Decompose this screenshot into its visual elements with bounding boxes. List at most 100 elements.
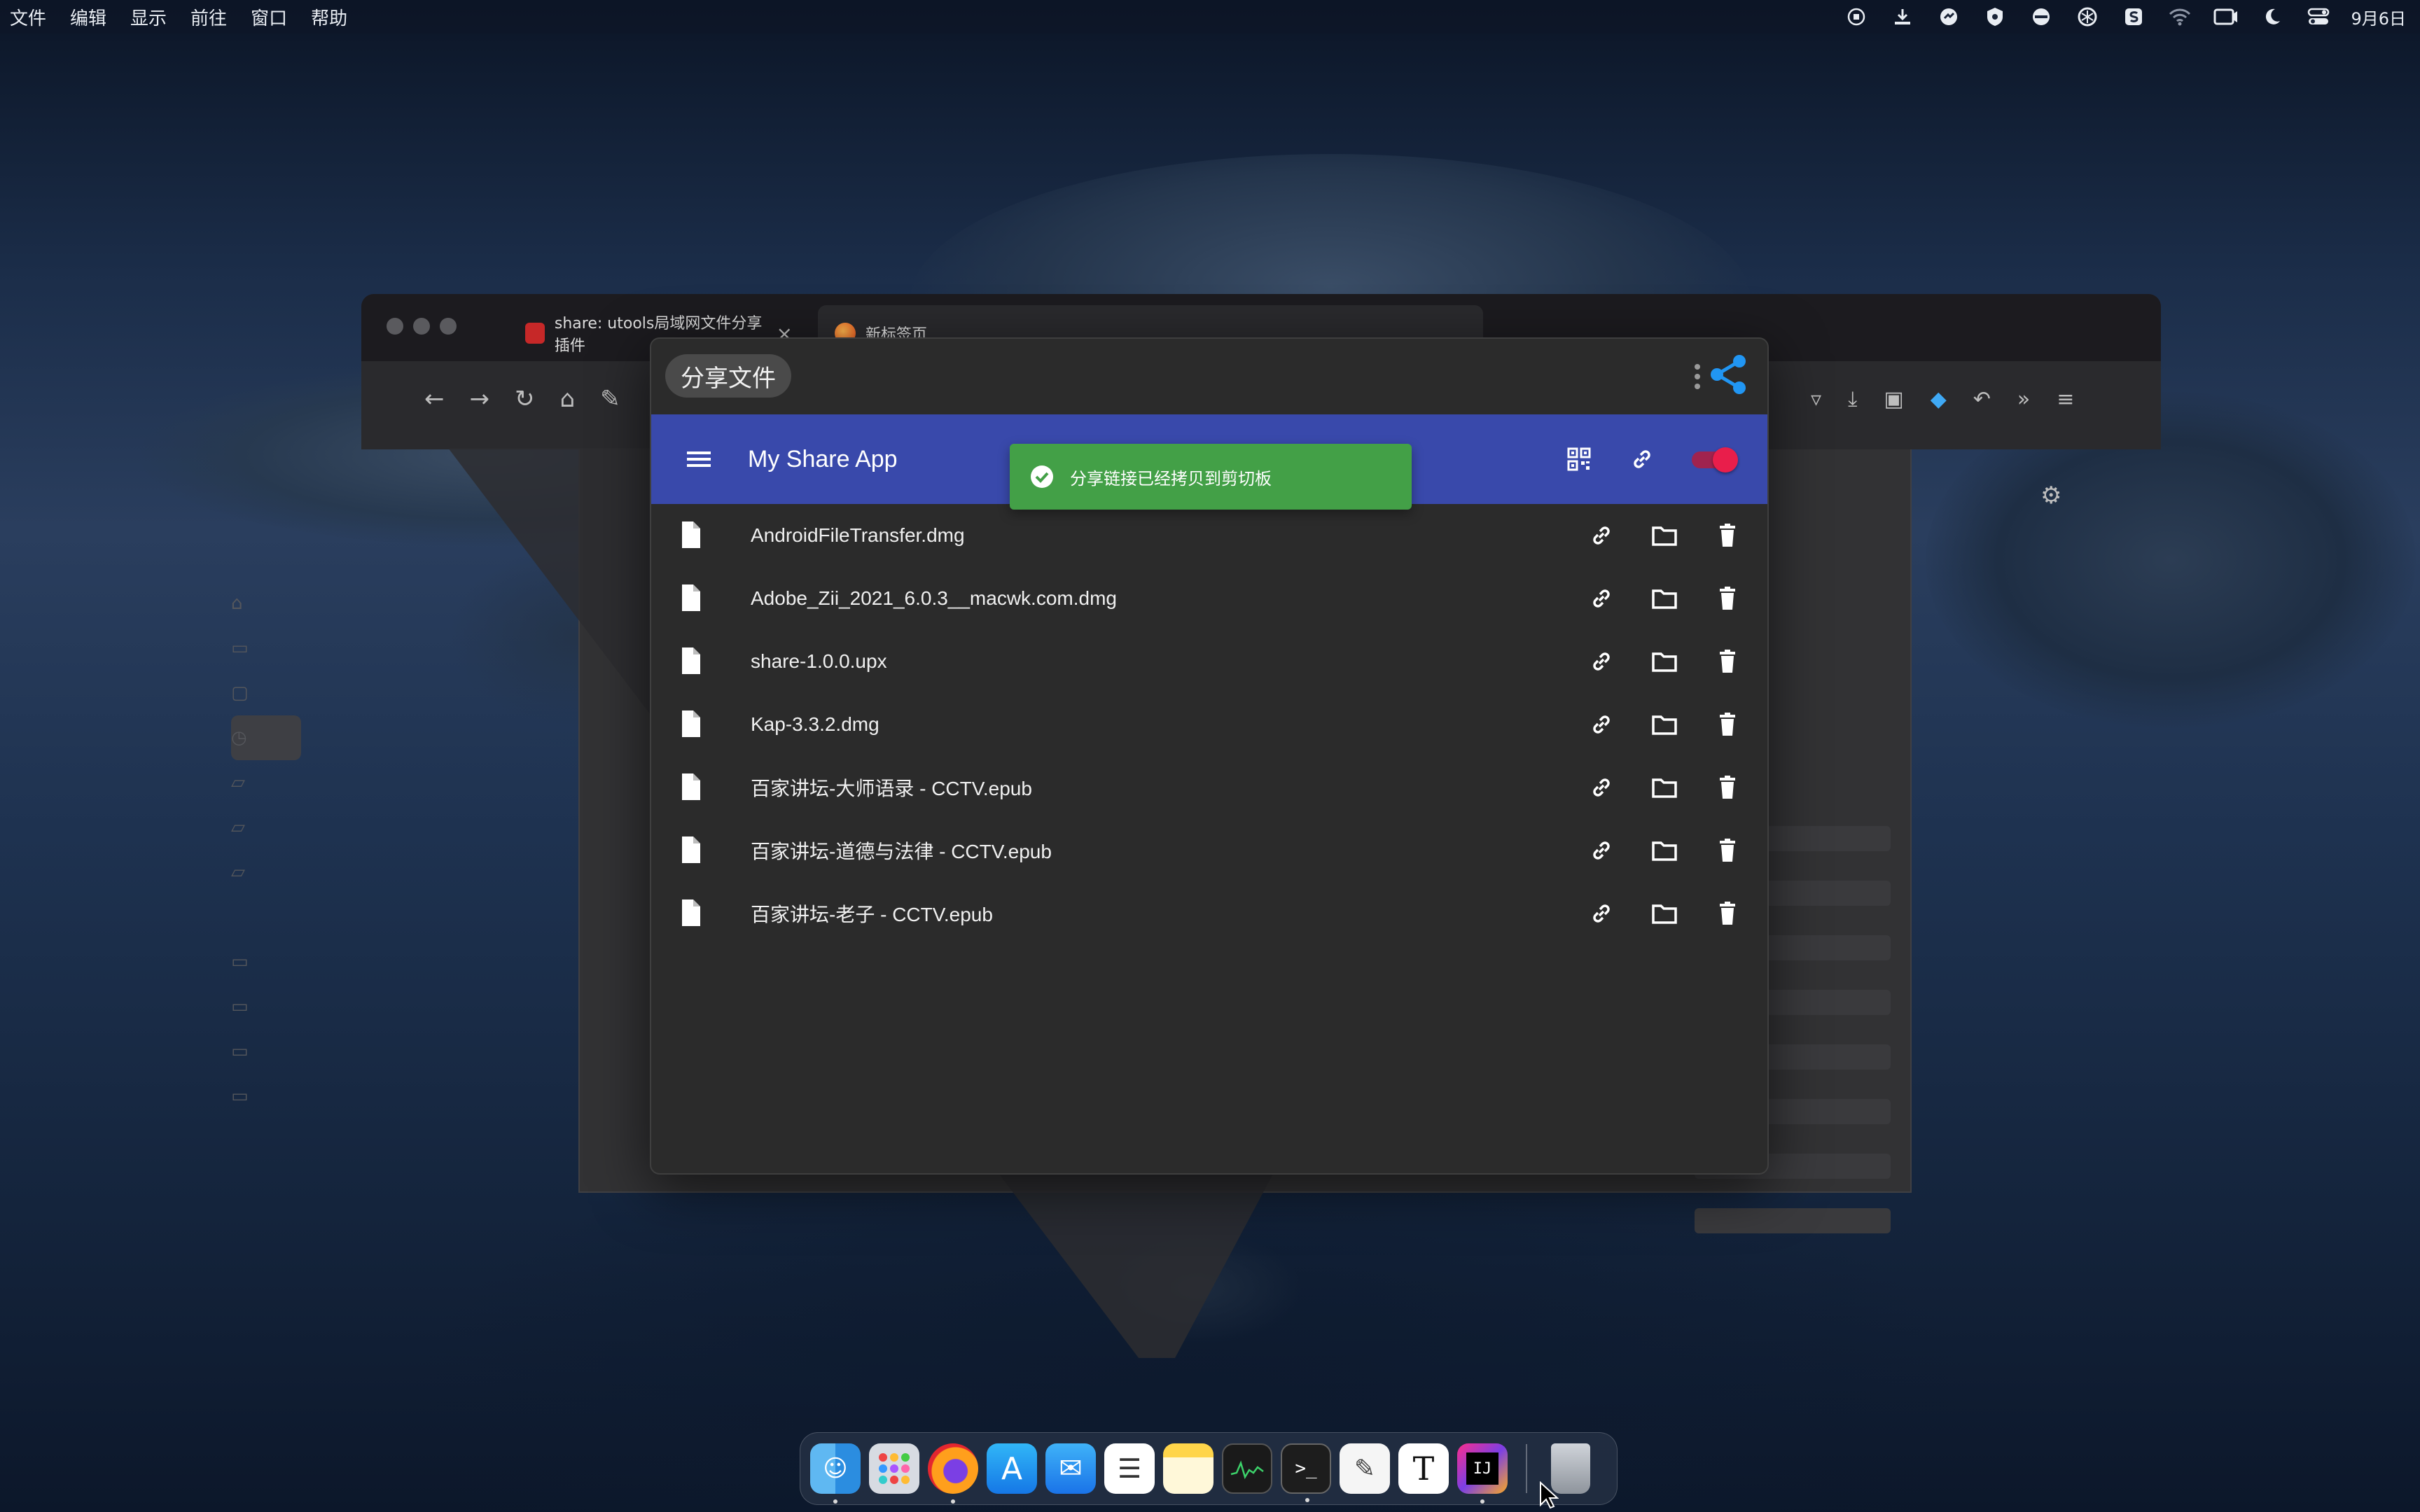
forward-icon[interactable]: → [470, 385, 490, 413]
file-row[interactable]: 百家讲坛-道德与法律 - CCTV.epub [651, 819, 1767, 882]
extension-icon[interactable]: ▣ [1884, 387, 1903, 412]
delete-icon[interactable] [1711, 645, 1744, 678]
open-folder-icon[interactable] [1648, 582, 1681, 615]
copy-link-icon[interactable] [1585, 771, 1618, 804]
file-row[interactable]: Kap-3.3.2.dmg [651, 693, 1767, 756]
notes-icon[interactable] [1163, 1443, 1214, 1494]
home-icon[interactable]: ⌂ [560, 385, 576, 413]
copy-link-icon[interactable] [1585, 519, 1618, 552]
file-icon [682, 522, 700, 548]
reminders-icon[interactable]: ☰ [1104, 1443, 1155, 1494]
dock-separator [1526, 1444, 1527, 1493]
back-icon[interactable]: ← [424, 385, 445, 413]
zoom-window-button[interactable] [440, 318, 457, 335]
copy-link-icon[interactable] [1585, 834, 1618, 867]
finder-sidebar-ghost: ⌂ ▭ ▢ ◷ ▱ ▱ ▱ ▭ ▭ ▭ ▭ [231, 581, 301, 1141]
menu-bar: 文件 编辑 显示 前往 窗口 帮助 9月6日 [0, 0, 2420, 34]
file-name: share-1.0.0.upx [751, 650, 887, 672]
file-row[interactable]: Adobe_Zii_2021_6.0.3__macwk.com.dmg [651, 567, 1767, 630]
menu-file[interactable]: 文件 [10, 4, 46, 30]
undo-icon[interactable]: ↶ [1973, 387, 1991, 412]
menubar-date[interactable]: 9月6日 [2351, 5, 2406, 29]
finder-icon[interactable]: ☺ [810, 1443, 861, 1504]
menu-help[interactable]: 帮助 [311, 4, 347, 30]
wifi-icon[interactable] [2166, 3, 2194, 31]
toast-notification: 分享链接已经拷贝到剪切板 [1010, 444, 1412, 510]
activity-monitor-icon[interactable] [1222, 1443, 1272, 1494]
pocket-icon[interactable]: ▿ [1811, 387, 1821, 412]
file-icon [682, 584, 700, 611]
browser-nav-right: ▿ ⤓ ▣ ◆ ↶ » ≡ [1811, 371, 2074, 427]
file-icon [682, 899, 700, 926]
toast-message: 分享链接已经拷贝到剪切板 [1070, 468, 1272, 489]
mail-icon[interactable]: ✉ [1045, 1443, 1096, 1494]
cube-icon[interactable] [2073, 3, 2101, 31]
copy-link-icon[interactable] [1585, 708, 1618, 741]
window-title: 分享文件 [665, 354, 791, 398]
file-row[interactable]: share-1.0.0.upx [651, 630, 1767, 693]
more-tools-icon[interactable]: » [2017, 387, 2030, 412]
file-name: Adobe_Zii_2021_6.0.3__macwk.com.dmg [751, 587, 1117, 609]
more-options-icon[interactable] [1695, 364, 1700, 393]
edit-icon[interactable]: ✎ [600, 385, 620, 413]
file-icon [682, 648, 700, 674]
mouse-cursor-icon [1540, 1481, 1559, 1509]
app-store-icon[interactable]: A [987, 1443, 1037, 1494]
nps-icon[interactable] [2027, 3, 2055, 31]
focus-moon-icon[interactable] [2258, 3, 2286, 31]
app-titlebar: 分享文件 [651, 339, 1767, 414]
typora-icon[interactable]: T [1398, 1443, 1449, 1494]
share-toggle-switch[interactable] [1689, 443, 1739, 475]
download-icon[interactable] [1889, 3, 1917, 31]
delete-icon[interactable] [1711, 708, 1744, 741]
open-folder-icon[interactable] [1648, 897, 1681, 930]
delete-icon[interactable] [1711, 519, 1744, 552]
delete-icon[interactable] [1711, 771, 1744, 804]
file-row[interactable]: 百家讲坛-老子 - CCTV.epub [651, 882, 1767, 945]
browser-nav-left: ← → ↻ ⌂ ✎ [424, 371, 620, 427]
s-app-icon[interactable] [2120, 3, 2148, 31]
menu-view[interactable]: 显示 [130, 4, 167, 30]
gem-icon[interactable]: ◆ [1931, 387, 1947, 412]
open-folder-icon[interactable] [1648, 771, 1681, 804]
file-row[interactable]: AndroidFileTransfer.dmg [651, 504, 1767, 567]
menu-go[interactable]: 前往 [190, 4, 227, 30]
textedit-icon[interactable]: ✎ [1340, 1443, 1390, 1494]
copy-link-icon[interactable] [1626, 443, 1658, 475]
copy-link-icon[interactable] [1585, 897, 1618, 930]
delete-icon[interactable] [1711, 897, 1744, 930]
vpn-icon[interactable] [1935, 3, 1963, 31]
delete-icon[interactable] [1711, 834, 1744, 867]
control-center-icon[interactable] [2304, 3, 2332, 31]
reload-icon[interactable]: ↻ [515, 385, 535, 413]
firefox-icon[interactable] [928, 1443, 978, 1504]
open-folder-icon[interactable] [1648, 645, 1681, 678]
app-menu-icon[interactable]: ≡ [2057, 387, 2074, 412]
file-icon [682, 710, 700, 737]
open-folder-icon[interactable] [1648, 834, 1681, 867]
intellij-idea-icon[interactable]: IJ [1457, 1443, 1508, 1504]
hamburger-menu-icon[interactable] [678, 438, 720, 480]
file-name: AndroidFileTransfer.dmg [751, 524, 965, 546]
delete-icon[interactable] [1711, 582, 1744, 615]
open-folder-icon[interactable] [1648, 708, 1681, 741]
file-row[interactable]: 百家讲坛-大师语录 - CCTV.epub [651, 756, 1767, 819]
copy-link-icon[interactable] [1585, 582, 1618, 615]
menu-window[interactable]: 窗口 [251, 4, 287, 30]
open-folder-icon[interactable] [1648, 519, 1681, 552]
menu-edit[interactable]: 编辑 [70, 4, 106, 30]
settings-gear-icon[interactable]: ⚙ [2040, 482, 2061, 510]
minimize-window-button[interactable] [413, 318, 430, 335]
file-name: Kap-3.3.2.dmg [751, 713, 879, 735]
screen-record-icon[interactable] [1842, 3, 1870, 31]
copy-link-icon[interactable] [1585, 645, 1618, 678]
screen-mirroring-icon[interactable] [2212, 3, 2240, 31]
close-window-button[interactable] [387, 318, 403, 335]
terminal-icon[interactable]: >_ [1281, 1443, 1331, 1502]
shield-icon[interactable] [1981, 3, 2009, 31]
github-favicon-icon [525, 323, 545, 344]
downloads-icon[interactable]: ⤓ [1848, 387, 1857, 412]
launchpad-icon[interactable] [869, 1443, 919, 1494]
qr-code-icon[interactable] [1563, 443, 1595, 475]
app-bar-title: My Share App [748, 445, 898, 472]
